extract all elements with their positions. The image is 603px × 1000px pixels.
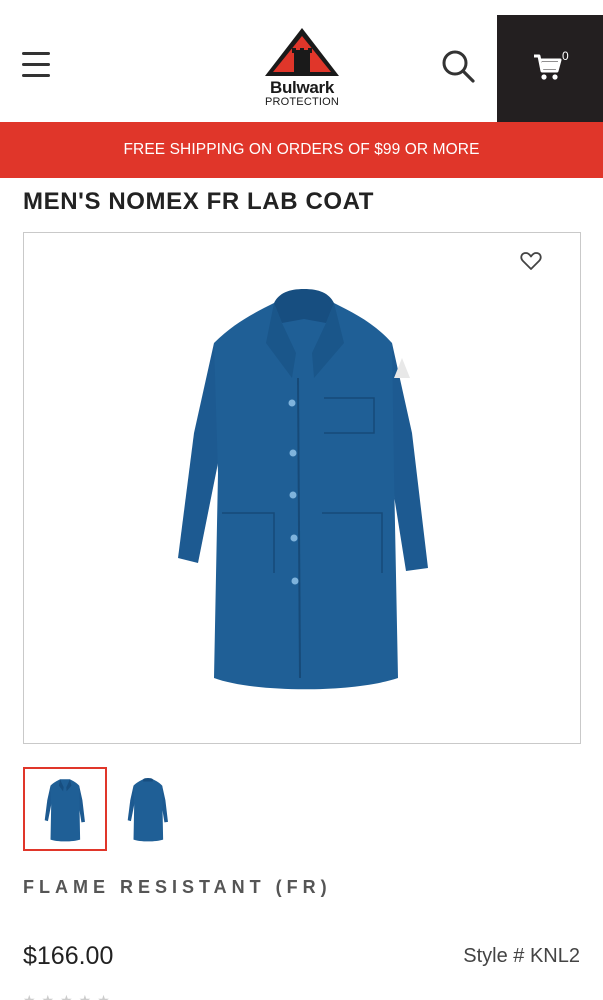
thumbnail-front[interactable] — [23, 767, 107, 851]
cart-icon — [534, 54, 562, 80]
product-title: MEN'S NOMEX FR LAB COAT — [23, 188, 375, 215]
thumbnail-back[interactable] — [106, 767, 190, 851]
heart-icon — [520, 252, 542, 270]
product-category: FLAME RESISTANT (FR) — [23, 877, 332, 897]
bulwark-triangle-icon — [265, 28, 339, 76]
lab-coat-image — [178, 289, 428, 690]
cart-count-badge: 0 — [562, 49, 569, 63]
hamburger-icon-line — [22, 63, 50, 66]
search-button[interactable] — [440, 48, 476, 84]
rating-stars: ★★★★★ — [23, 992, 116, 1000]
product-style-number: Style # KNL2 — [463, 945, 580, 967]
lab-coat-thumbnail-back — [127, 778, 168, 842]
promo-banner[interactable]: FREE SHIPPING ON ORDERS OF $99 OR MORE — [0, 122, 603, 178]
logo-name: Bulwark — [269, 78, 335, 97]
logo-subtitle: PROTECTION — [264, 96, 340, 108]
hamburger-menu-button[interactable] — [22, 52, 52, 84]
hamburger-icon — [22, 52, 50, 55]
search-icon — [442, 50, 475, 83]
product-price: $166.00 — [23, 942, 114, 970]
hamburger-icon-line — [22, 74, 50, 77]
cart-button[interactable]: 0 — [497, 15, 603, 122]
site-header: Bulwark PROTECTION 0 — [0, 0, 603, 122]
lab-coat-thumbnail-front — [44, 779, 85, 842]
brand-logo[interactable]: Bulwark PROTECTION — [258, 26, 346, 112]
product-image-frame[interactable] — [23, 232, 581, 744]
wishlist-button[interactable] — [519, 249, 543, 273]
